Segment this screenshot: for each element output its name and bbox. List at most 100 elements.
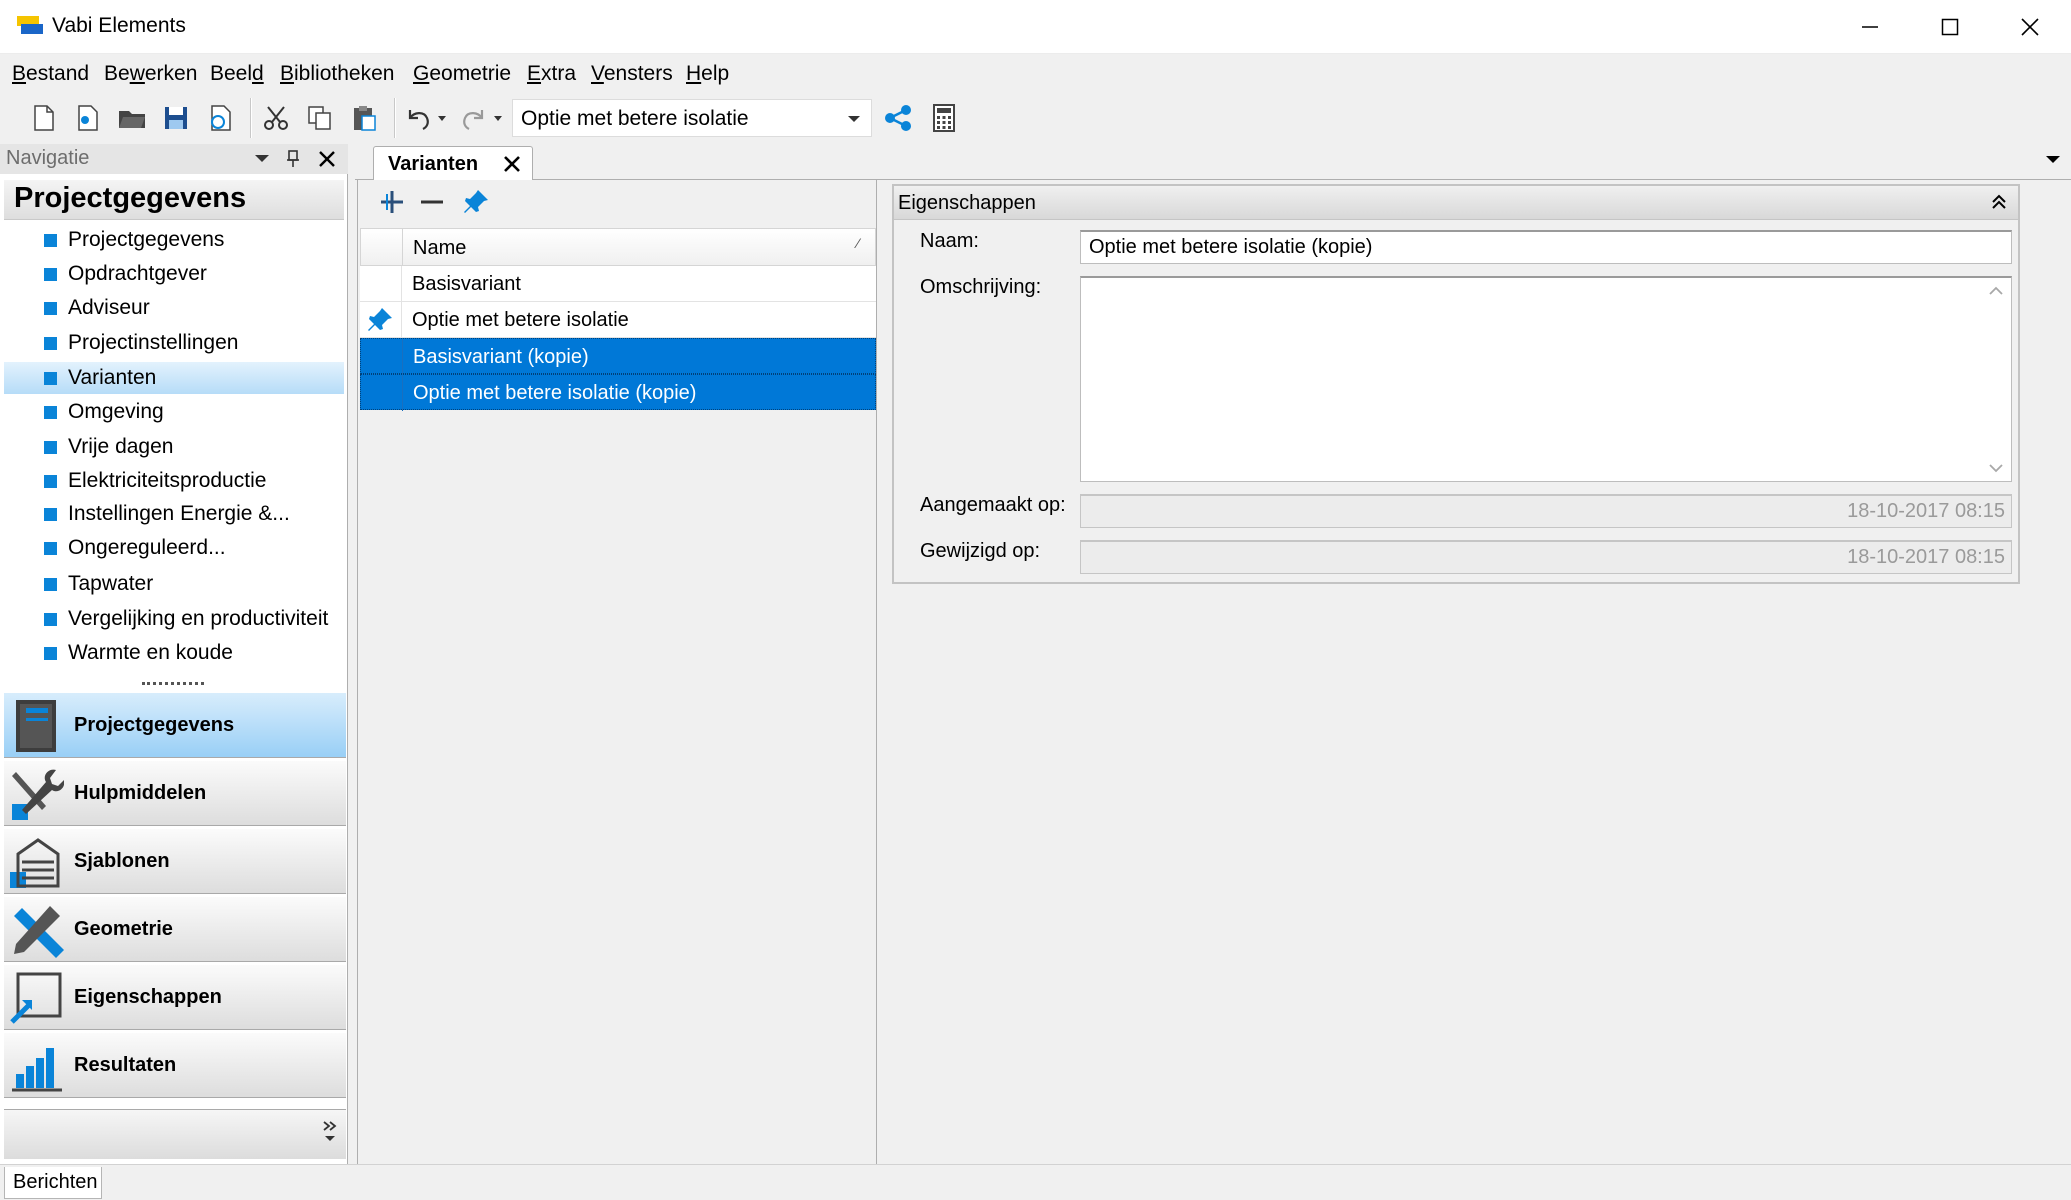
row-selector[interactable] [361,339,403,375]
navigation-header-title: Navigatie [6,147,90,169]
naam-input[interactable]: Optie met betere isolatie (kopie) [1080,230,2012,264]
splitter-grip[interactable] [142,682,204,688]
collapse-up-icon[interactable] [1990,192,2008,212]
nav-item-vrije-dagen[interactable]: Vrije dagen [4,431,344,463]
nav-item-varianten[interactable]: Varianten [4,362,344,394]
new-from-template-button[interactable] [70,100,106,136]
nav-item-warmte-en-koude[interactable]: Warmte en koude [4,637,344,669]
chevron-down-icon[interactable] [254,153,270,165]
tab-berichten[interactable]: Berichten [4,1167,102,1199]
book-icon [16,700,56,752]
category-resultaten[interactable]: Resultaten [4,1032,346,1098]
new-icon [34,105,54,131]
menu-bewerken[interactable]: Bewerken [104,62,197,86]
calculate-button[interactable] [926,100,962,136]
category-label: Geometrie [74,918,173,940]
nav-item-tapwater[interactable]: Tapwater [4,568,344,600]
variant-combobox[interactable]: Optie met betere isolatie [512,99,872,137]
row-selector[interactable] [361,375,403,411]
category-eigenschappen[interactable]: Eigenschappen [4,964,346,1030]
category-hulpmiddelen[interactable]: Hulpmiddelen [4,760,346,826]
menu-bibliotheken[interactable]: Bibliotheken [280,62,394,86]
row-selector[interactable] [360,302,402,338]
close-icon[interactable] [502,151,522,175]
menu-beeld[interactable]: Beeld [210,62,264,86]
nav-item-instellingen-energie[interactable]: Instellingen Energie &... [4,498,344,530]
category-overflow[interactable] [4,1109,346,1159]
variants-pane: Name ⁄ Basisvariant Optie met betere iso… [357,180,877,1164]
nav-item-omgeving[interactable]: Omgeving [4,396,344,428]
table-row[interactable]: Optie met betere isolatie (kopie) [360,374,876,411]
table-row[interactable]: Optie met betere isolatie [360,302,876,338]
bullet-square-icon [44,406,57,419]
nav-item-ongereguleerd[interactable]: Ongereguleerd... [4,532,344,564]
omschrijving-textarea[interactable] [1080,276,2012,482]
menu-bestand[interactable]: Bestand [12,62,89,86]
bullet-square-icon [44,508,57,521]
add-variant-button[interactable] [374,184,410,220]
menu-geometrie[interactable]: Geometrie [413,62,511,86]
document-tabstrip: Varianten [355,144,2071,181]
bullet-square-icon [44,613,57,626]
navigation-header: Navigatie [0,144,348,174]
row-selector[interactable] [360,266,402,302]
tab-berichten-label: Berichten [13,1171,98,1193]
aangemaakt-label: Aangemaakt op: [920,494,1066,516]
grid-header-selector[interactable] [361,229,403,266]
open-button[interactable] [114,100,150,136]
close-icon [2021,18,2039,36]
cut-button[interactable] [258,100,294,136]
save-as-button[interactable] [202,100,238,136]
nav-item-opdrachtgever[interactable]: Opdrachtgever [4,258,344,290]
grid-header: Name ⁄ [360,228,876,266]
omschrijving-label: Omschrijving: [920,276,1042,298]
properties-header[interactable]: Eigenschappen [894,186,2018,220]
share-button[interactable] [880,100,916,136]
nav-item-label: Opdrachtgever [68,262,207,285]
close-window-button[interactable] [1990,0,2070,54]
nav-item-projectgegevens[interactable]: Projectgegevens [4,224,344,256]
pin-icon[interactable] [286,149,300,169]
minimize-button[interactable] [1830,0,1910,54]
nav-item-label: Projectinstellingen [68,331,239,354]
tab-varianten[interactable]: Varianten [373,146,533,181]
bullet-square-icon [44,268,57,281]
nav-item-adviseur[interactable]: Adviseur [4,292,344,324]
category-label: Eigenschappen [74,986,222,1008]
table-row[interactable]: Basisvariant [360,266,876,302]
scroll-up-icon[interactable] [1989,286,2003,296]
pin-icon [368,308,392,331]
chevron-down-icon[interactable] [2045,154,2061,166]
paste-button[interactable] [346,100,382,136]
redo-button[interactable] [458,100,508,136]
category-projectgegevens[interactable]: Projectgegevens [4,692,346,758]
close-icon[interactable] [318,150,336,168]
menu-extra[interactable]: Extra [527,62,576,86]
table-row[interactable]: Basisvariant (kopie) [360,338,876,375]
gewijzigd-label: Gewijzigd op: [920,540,1041,562]
maximize-button[interactable] [1910,0,1990,54]
navigation-section-title: Projectgegevens [4,180,344,220]
nav-item-vergelijking[interactable]: Vergelijking en productiviteit [4,603,344,635]
menu-help[interactable]: Help [686,62,729,86]
pin-variant-button[interactable] [458,184,494,220]
redo-icon [463,110,502,130]
category-sjablonen[interactable]: Sjablonen [4,828,346,894]
remove-variant-button[interactable] [414,184,450,220]
variant-combobox-value: Optie met betere isolatie [521,107,749,130]
navigation-section-title-label: Projectgegevens [14,182,247,214]
save-button[interactable] [158,100,194,136]
row-name: Optie met betere isolatie (kopie) [413,382,697,404]
column-header-name[interactable]: Name [413,237,466,260]
copy-button[interactable] [302,100,338,136]
undo-button[interactable] [402,100,452,136]
nav-item-projectinstellingen[interactable]: Projectinstellingen [4,327,344,359]
category-geometrie[interactable]: Geometrie [4,896,346,962]
save-icon [165,107,187,129]
menu-vensters[interactable]: Vensters [591,62,673,86]
pin-icon [464,190,488,213]
scroll-down-icon[interactable] [1989,463,2003,473]
new-button[interactable] [26,100,62,136]
nav-item-elektriciteitsproductie[interactable]: Elektriciteitsproductie [4,465,344,497]
bullet-square-icon [44,475,57,488]
